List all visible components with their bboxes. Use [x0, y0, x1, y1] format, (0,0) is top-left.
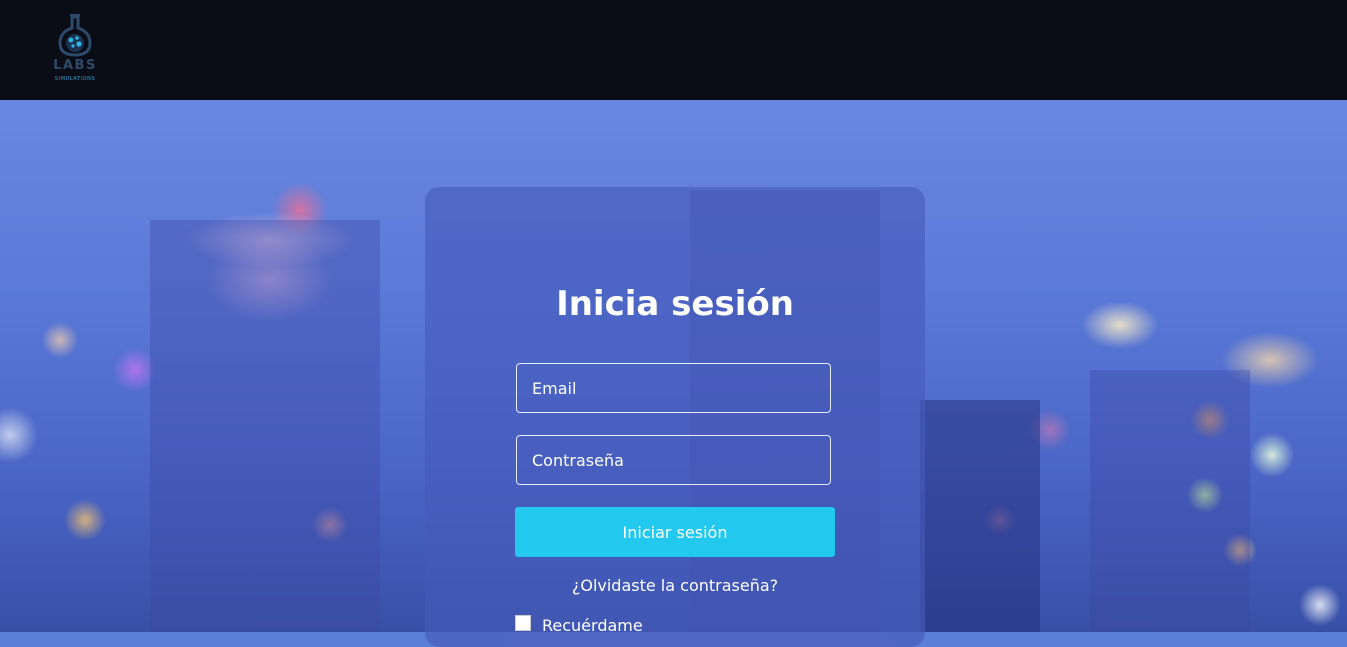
email-input[interactable] [516, 363, 831, 413]
logo-text: LABS [53, 58, 97, 73]
labs-logo[interactable]: LABS SIMULATIONS [46, 12, 106, 88]
top-navigation-bar: LABS SIMULATIONS [0, 0, 1347, 100]
password-input[interactable] [516, 435, 831, 485]
login-card: Inicia sesión Iniciar sesión ¿Olvidaste … [425, 187, 925, 647]
background-building [1090, 370, 1250, 632]
login-button[interactable]: Iniciar sesión [515, 507, 835, 557]
login-title: Inicia sesión [556, 284, 794, 324]
logo-subtext: SIMULATIONS [54, 76, 96, 82]
flask-icon [58, 14, 92, 57]
background-building [920, 400, 1040, 632]
forgot-password-link[interactable]: ¿Olvidaste la contraseña? [425, 576, 925, 595]
background-building [150, 220, 380, 632]
remember-me-label: Recuérdame [542, 616, 643, 635]
remember-me-checkbox[interactable] [515, 615, 531, 631]
